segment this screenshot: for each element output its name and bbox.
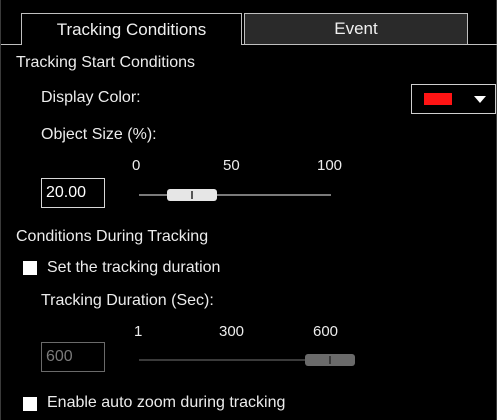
auto-zoom-checkbox[interactable]: [23, 397, 37, 411]
object-size-label: Object Size (%):: [41, 126, 157, 143]
set-duration-label[interactable]: Set the tracking duration: [47, 259, 220, 277]
duration-tick-max: 600: [313, 323, 339, 340]
set-duration-checkbox[interactable]: [23, 261, 37, 275]
duration-slider-thumb[interactable]: [305, 354, 355, 366]
slider-tick-min: 0: [132, 157, 141, 174]
tab-bar: Tracking Conditions Event: [1, 0, 497, 45]
display-color-label: Display Color:: [41, 89, 141, 106]
object-size-input[interactable]: [41, 178, 105, 208]
slider-tick-mid: 50: [223, 157, 240, 174]
duration-tick-mid: 300: [219, 323, 245, 340]
display-color-dropdown[interactable]: [411, 84, 496, 114]
slider-thumb-grip: [191, 191, 194, 199]
slider-tick-max: 100: [317, 157, 343, 174]
tab-tracking-conditions[interactable]: Tracking Conditions: [21, 13, 242, 45]
duration-input[interactable]: [41, 342, 105, 372]
tracking-settings-panel: Tracking Conditions Event Tracking Start…: [0, 0, 497, 420]
color-swatch: [424, 93, 452, 105]
tab-event[interactable]: Event: [244, 13, 468, 44]
tab-label: Event: [334, 19, 378, 38]
slider-thumb-grip: [329, 356, 331, 364]
duration-label: Tracking Duration (Sec):: [41, 292, 214, 309]
object-size-slider-thumb[interactable]: [167, 189, 218, 201]
chevron-down-icon: [474, 96, 486, 103]
auto-zoom-label[interactable]: Enable auto zoom during tracking: [47, 394, 285, 412]
section-heading-start: Tracking Start Conditions: [16, 54, 196, 71]
tab-label: Tracking Conditions: [56, 19, 207, 39]
section-heading-during: Conditions During Tracking: [16, 228, 209, 245]
duration-tick-min: 1: [134, 323, 143, 340]
